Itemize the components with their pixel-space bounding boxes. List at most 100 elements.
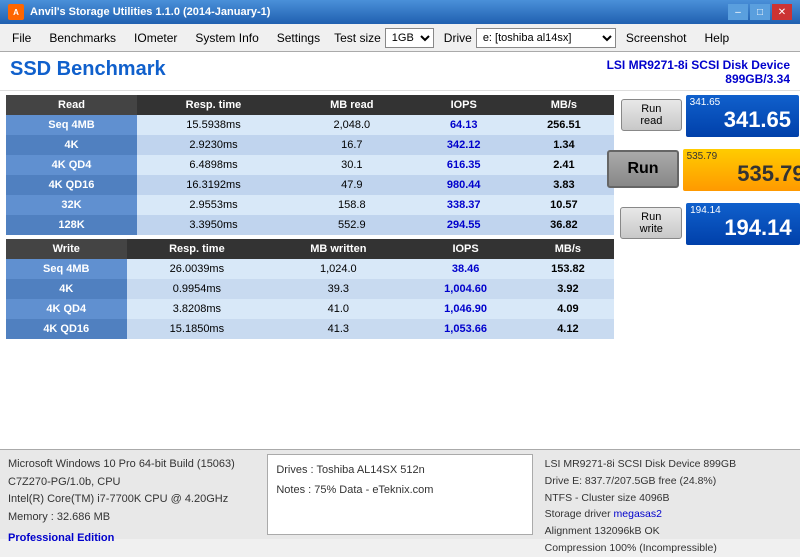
- iops: 38.46: [409, 259, 521, 279]
- resp-time: 0.9954ms: [127, 279, 268, 299]
- screenshot-button[interactable]: Screenshot: [618, 29, 695, 47]
- megasas-value: megasas2: [614, 508, 662, 520]
- read-score-display: 341.65 341.65: [686, 95, 799, 137]
- write-header-row: Write Resp. time MB written IOPS MB/s: [6, 239, 614, 259]
- resp-time-header-w: Resp. time: [127, 239, 268, 259]
- menu-settings[interactable]: Settings: [269, 29, 328, 47]
- drive-select[interactable]: e: [toshiba al14sx]: [476, 28, 616, 48]
- mbs: 4.12: [522, 319, 614, 339]
- run-write-button[interactable]: Run write: [620, 207, 682, 239]
- status-cpu-model: C7Z270-PG/1.0b, CPU: [8, 474, 255, 492]
- status-left: Microsoft Windows 10 Pro 64-bit Build (1…: [0, 450, 263, 539]
- iops: 1,053.66: [409, 319, 521, 339]
- device-info: LSI MR9271-8i SCSI Disk Device 899GB/3.3…: [607, 58, 790, 86]
- mbs: 4.09: [522, 299, 614, 319]
- read-label-header: Read: [6, 95, 137, 115]
- mb-written: 41.3: [267, 319, 409, 339]
- row-label: 32K: [6, 195, 137, 215]
- test-size-group: Test size 1GB: [334, 28, 434, 48]
- bench-title: SSD Benchmark: [10, 58, 166, 81]
- status-right: LSI MR9271-8i SCSI Disk Device 899GB Dri…: [537, 450, 800, 539]
- mb-read: 30.1: [290, 155, 414, 175]
- minimize-button[interactable]: –: [728, 4, 748, 20]
- title-bar: A Anvil's Storage Utilities 1.1.0 (2014-…: [0, 0, 800, 24]
- device-line2: 899GB/3.34: [607, 72, 790, 86]
- run-score-block: Run 535.79 535.79: [626, 149, 794, 191]
- status-bar: Microsoft Windows 10 Pro 64-bit Build (1…: [0, 449, 800, 539]
- mb-written-header: MB written: [267, 239, 409, 259]
- bench-table-area: Read Resp. time MB read IOPS MB/s Seq 4M…: [0, 91, 620, 449]
- table-row: 4K QD16 16.3192ms 47.9 980.44 3.83: [6, 175, 614, 195]
- mbs: 3.83: [514, 175, 614, 195]
- mb-read: 552.9: [290, 215, 414, 235]
- read-score-small: 341.65: [690, 97, 721, 108]
- resp-time: 6.4898ms: [137, 155, 290, 175]
- menu-file[interactable]: File: [4, 29, 39, 47]
- notes-label: Notes : 75% Data - eTeknix.com: [276, 481, 523, 501]
- close-button[interactable]: ✕: [772, 4, 792, 20]
- menu-system-info[interactable]: System Info: [187, 29, 266, 47]
- row-label: 128K: [6, 215, 137, 235]
- row-label: 4K QD4: [6, 155, 137, 175]
- menu-help[interactable]: Help: [697, 29, 738, 47]
- mb-read-header: MB read: [290, 95, 414, 115]
- row-label: Seq 4MB: [6, 259, 127, 279]
- row-label: 4K: [6, 135, 137, 155]
- app-icon: A: [8, 4, 24, 20]
- mb-written: 41.0: [267, 299, 409, 319]
- right-panel: Run read 341.65 341.65 Run 535.79 535.79: [620, 91, 800, 449]
- device-right: LSI MR9271-8i SCSI Disk Device 899GB: [545, 456, 792, 473]
- maximize-button[interactable]: □: [750, 4, 770, 20]
- iops-header: IOPS: [414, 95, 514, 115]
- write-score-block: Run write 194.14 194.14: [626, 203, 794, 245]
- resp-time-header: Resp. time: [137, 95, 290, 115]
- row-label: 4K: [6, 279, 127, 299]
- iops: 1,004.60: [409, 279, 521, 299]
- status-memory: Memory : 32.686 MB: [8, 509, 255, 527]
- menu-benchmarks[interactable]: Benchmarks: [41, 29, 124, 47]
- drive-group: Drive e: [toshiba al14sx]: [444, 28, 616, 48]
- read-score-block: Run read 341.65 341.65: [626, 95, 794, 137]
- run-button[interactable]: Run: [607, 150, 678, 188]
- mbs: 256.51: [514, 115, 614, 135]
- row-label: 4K QD16: [6, 319, 127, 339]
- resp-time: 2.9230ms: [137, 135, 290, 155]
- resp-time: 2.9553ms: [137, 195, 290, 215]
- write-label-header: Write: [6, 239, 127, 259]
- mbs: 153.82: [522, 259, 614, 279]
- mb-written: 39.3: [267, 279, 409, 299]
- table-row: 4K 2.9230ms 16.7 342.12 1.34: [6, 135, 614, 155]
- status-os: Microsoft Windows 10 Pro 64-bit Build (1…: [8, 456, 255, 474]
- mbs: 36.82: [514, 215, 614, 235]
- main-content: SSD Benchmark LSI MR9271-8i SCSI Disk De…: [0, 52, 800, 539]
- content-area: Read Resp. time MB read IOPS MB/s Seq 4M…: [0, 91, 800, 449]
- test-size-select[interactable]: 1GB: [385, 28, 434, 48]
- status-cpu-detail: Intel(R) Core(TM) i7-7700K CPU @ 4.20GHz: [8, 491, 255, 509]
- run-read-button[interactable]: Run read: [621, 99, 682, 131]
- drives-label: Drives : Toshiba AL14SX 512n: [276, 461, 523, 481]
- table-row: 128K 3.3950ms 552.9 294.55 36.82: [6, 215, 614, 235]
- resp-time: 15.5938ms: [137, 115, 290, 135]
- row-label: 4K QD4: [6, 299, 127, 319]
- iops: 616.35: [414, 155, 514, 175]
- bench-header: SSD Benchmark LSI MR9271-8i SCSI Disk De…: [0, 52, 800, 91]
- storage-driver: Storage driver megasas2: [545, 506, 792, 523]
- menu-iometer[interactable]: IOmeter: [126, 29, 185, 47]
- resp-time: 16.3192ms: [137, 175, 290, 195]
- run-score-display: 535.79 535.79: [683, 149, 800, 191]
- resp-time: 26.0039ms: [127, 259, 268, 279]
- read-score-large: 341.65: [694, 107, 791, 133]
- table-row: 4K QD16 15.1850ms 41.3 1,053.66 4.12: [6, 319, 614, 339]
- mbs: 1.34: [514, 135, 614, 155]
- menu-bar: File Benchmarks IOmeter System Info Sett…: [0, 24, 800, 52]
- test-size-label: Test size: [334, 31, 381, 45]
- iops: 342.12: [414, 135, 514, 155]
- table-row: 4K QD4 3.8208ms 41.0 1,046.90 4.09: [6, 299, 614, 319]
- table-row: Seq 4MB 15.5938ms 2,048.0 64.13 256.51: [6, 115, 614, 135]
- mbs-header-w: MB/s: [522, 239, 614, 259]
- device-line1: LSI MR9271-8i SCSI Disk Device: [607, 58, 790, 72]
- iops: 64.13: [414, 115, 514, 135]
- table-row: Seq 4MB 26.0039ms 1,024.0 38.46 153.82: [6, 259, 614, 279]
- iops: 294.55: [414, 215, 514, 235]
- mbs: 3.92: [522, 279, 614, 299]
